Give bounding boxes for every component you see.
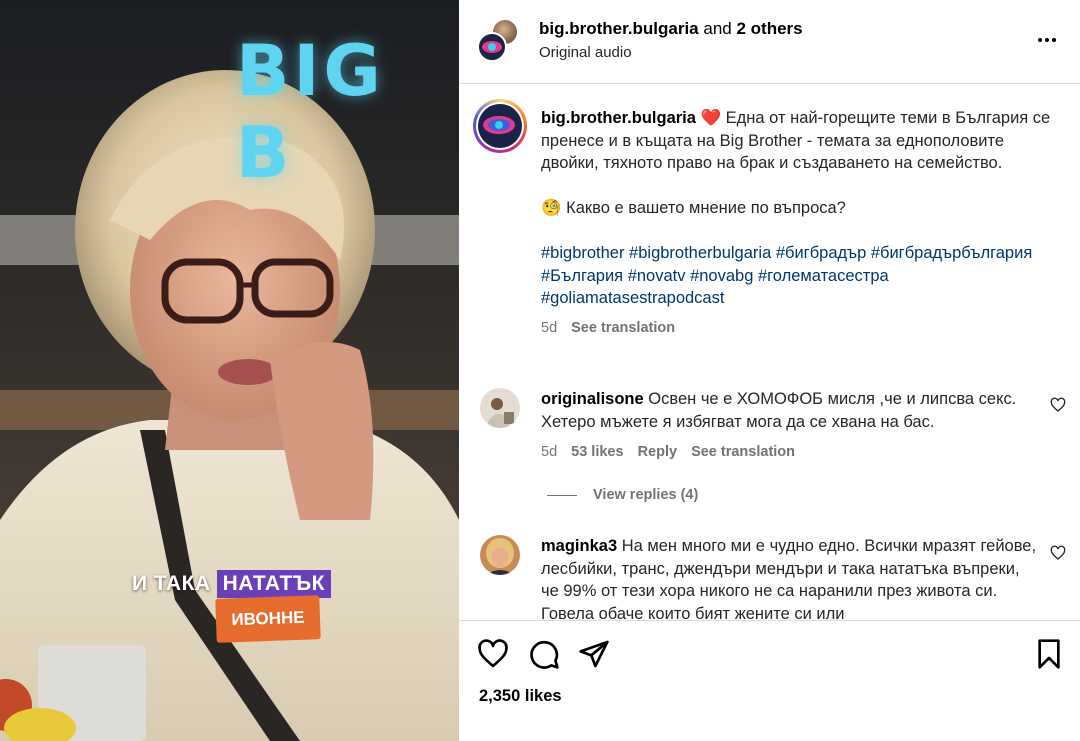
post-header: big.brother.bulgaria and 2 others Origin… [459, 0, 1080, 84]
eye-logo-icon [482, 41, 502, 53]
action-bar [459, 620, 1080, 741]
avatar-image [480, 388, 520, 428]
likes-count[interactable]: 2,350 likes [479, 687, 562, 706]
dot [1045, 38, 1049, 42]
hashtags[interactable]: #bigbrother #bigbrotherbulgaria #бигбрад… [541, 242, 1061, 310]
post-meta: 5d See translation [541, 317, 1061, 340]
view-replies-label: View replies (4) [593, 487, 699, 503]
big-brother-sign: BIG B [236, 30, 385, 194]
eye-logo-icon [483, 116, 515, 134]
commenter-avatar[interactable] [480, 388, 520, 428]
comment-text: originalisone Освен че е ХОМОФОБ мисля ,… [541, 388, 1031, 433]
reel-video[interactable]: BIG B И ТАКА НАТАТЪК ИВОННЕ [0, 0, 459, 741]
commenter-username[interactable]: originalisone [541, 390, 644, 408]
reply-button[interactable]: Reply [638, 444, 678, 460]
post-age[interactable]: 5d [541, 317, 557, 340]
avatar-image [478, 104, 522, 148]
dot [1052, 38, 1056, 42]
comment-like-heart-icon[interactable] [1050, 545, 1066, 561]
and-text: and [703, 19, 732, 38]
avatar-ring-inner [476, 102, 524, 150]
comment-likes[interactable]: 53 likes [571, 444, 623, 460]
audio-link[interactable]: Original audio [539, 44, 632, 61]
post-author-avatar[interactable] [473, 99, 527, 153]
post-panel: big.brother.bulgaria and 2 others Origin… [459, 0, 1080, 741]
account-link[interactable]: big.brother.bulgaria [539, 19, 699, 38]
account-avatar [477, 32, 507, 62]
others-link[interactable]: 2 others [736, 19, 802, 38]
heart-icon[interactable] [477, 638, 509, 670]
name-tag: ИВОННЕ [215, 595, 321, 643]
caption-question: Какво е вашето мнение по въпроса? [566, 199, 846, 217]
comments-scroll-area[interactable]: big.brother.bulgaria ❤️ Една от най-горе… [459, 85, 1080, 620]
header-accounts: big.brother.bulgaria and 2 others [539, 19, 803, 39]
heart-emoji: ❤️ [700, 109, 722, 127]
replies-divider-line [547, 494, 577, 496]
commenter-username[interactable]: maginka3 [541, 537, 617, 555]
more-options-button[interactable] [1032, 28, 1062, 52]
view-replies-button[interactable]: View replies (4) [547, 487, 698, 503]
comment-meta: 5d 53 likes Reply See translation [541, 444, 795, 460]
avatar-image [480, 535, 520, 575]
post-caption: big.brother.bulgaria ❤️ Една от най-горе… [541, 107, 1061, 339]
comment-icon[interactable] [528, 638, 560, 670]
comment-age[interactable]: 5d [541, 444, 557, 460]
see-translation-link[interactable]: See translation [571, 317, 675, 340]
comment-like-heart-icon[interactable] [1050, 397, 1066, 413]
commenter-avatar[interactable] [480, 535, 520, 575]
comment-text: maginka3 На мен много ми е чудно едно. В… [541, 535, 1041, 620]
caption-highlight: НАТАТЪК [216, 570, 331, 598]
caption-text: И ТАКА [132, 572, 211, 595]
see-translation-link[interactable]: See translation [691, 444, 795, 460]
thinking-emoji: 🧐 [541, 199, 562, 217]
more-horizontal-icon [1038, 38, 1042, 42]
share-icon[interactable] [578, 638, 610, 670]
post-author-username[interactable]: big.brother.bulgaria [541, 109, 696, 127]
bookmark-icon[interactable] [1033, 638, 1065, 670]
video-caption: И ТАКА НАТАТЪК [132, 570, 331, 598]
collab-avatars[interactable] [477, 18, 521, 62]
